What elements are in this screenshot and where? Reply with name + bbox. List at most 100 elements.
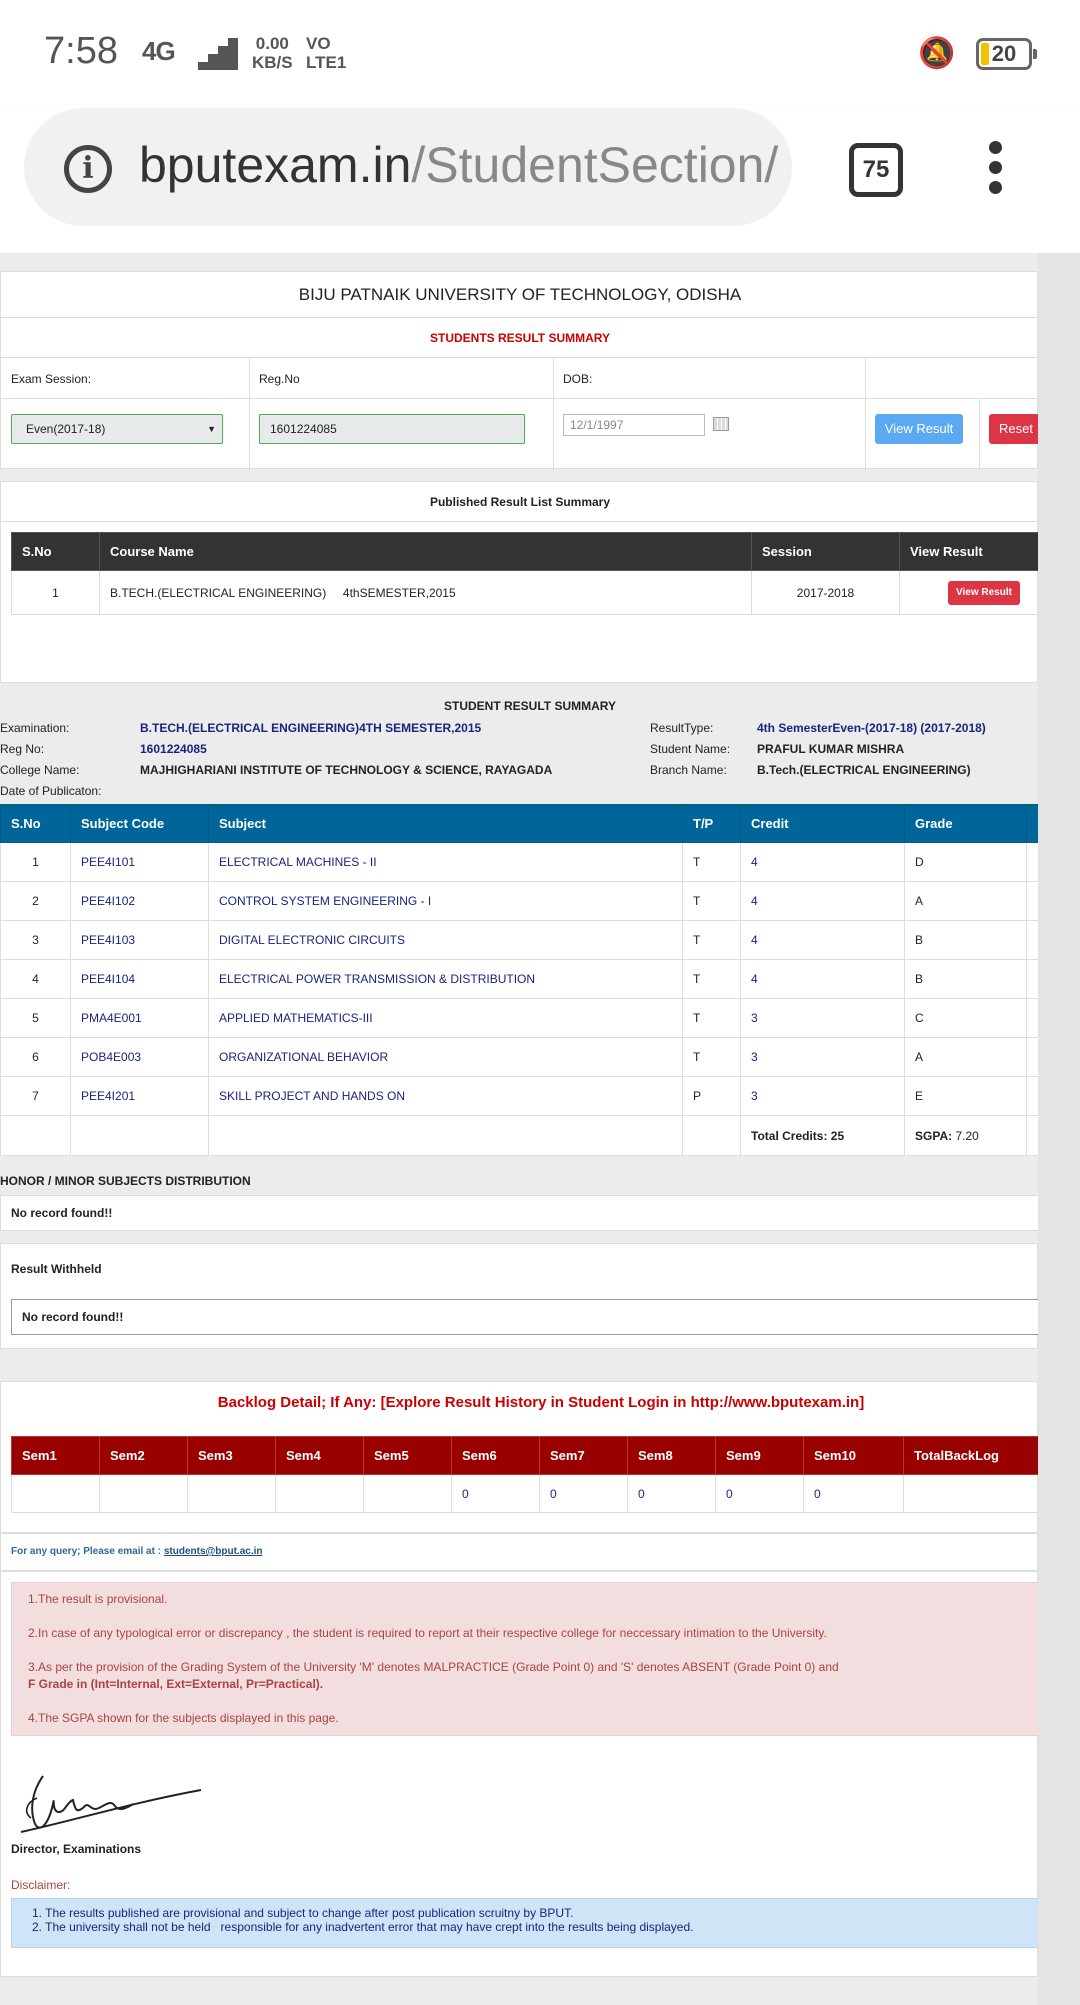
dropdown-arrow-icon: ▼ — [207, 424, 216, 434]
table-row: 1 B.TECH.(ELECTRICAL ENGINEERING) 4thSEM… — [11, 570, 1069, 615]
note-4: 4.The SGPA shown for the subjects displa… — [28, 1711, 339, 1725]
honor-empty: No record found!! — [0, 1195, 1059, 1231]
table-row: 2 PEE4I102 CONTROL SYSTEM ENGINEERING - IT… — [0, 881, 1059, 921]
disclaimer-box: 1. The results published are provisional… — [11, 1898, 1069, 1948]
published-result-table: S.No Course Name Session View Result 1 B… — [11, 532, 1069, 615]
college-value: MAJHIGHARIANI INSTITUTE OF TECHNOLOGY & … — [140, 763, 553, 777]
table-header: S.No Course Name Session View Result — [11, 532, 1069, 571]
col-subject: Subject — [208, 804, 683, 843]
student-summary-title: STUDENT RESULT SUMMARY — [444, 699, 616, 713]
reg-no-value: 1601224085 — [140, 742, 207, 756]
withheld-title: Result Withheld — [11, 1262, 102, 1276]
backlog-title: Backlog Detail; If Any: [Explore Result … — [217, 1394, 865, 1411]
total-credits: Total Credits: 25 — [740, 1115, 905, 1156]
search-panel: BIJU PATNAIK UNIVERSITY OF TECHNOLOGY, O… — [0, 271, 1043, 470]
result-type-value: 4th SemesterEven-(2017-18) (2017-2018) — [757, 721, 986, 735]
col-course: Course Name — [99, 532, 752, 571]
reg-no-label: Reg.No — [259, 372, 300, 386]
row-view-result-button[interactable]: View Result — [948, 580, 1020, 605]
col-tp: T/P — [682, 804, 741, 843]
reg-no-input[interactable]: 1601224085 — [259, 414, 525, 444]
withheld-panel: Result Withheld No record found!! — [0, 1243, 1069, 1349]
reset-button[interactable]: Reset — [989, 414, 1043, 444]
query-text: For any query; Please email at : — [11, 1546, 162, 1557]
honor-title: HONOR / MINOR SUBJECTS DISTRIBUTION — [0, 1174, 251, 1188]
notes-box: 1.The result is provisional. 2.In case o… — [11, 1582, 1069, 1736]
publication-date-label: Date of Publicaton: — [0, 784, 102, 798]
query-line: For any query; Please email at : student… — [0, 1533, 1038, 1571]
dob-label: DOB: — [563, 372, 593, 386]
table-row: 00000 — [11, 1474, 1069, 1513]
view-result-button[interactable]: View Result — [875, 414, 963, 444]
withheld-empty: No record found!! — [11, 1299, 1069, 1335]
table-row: 1 PEE4I101 ELECTRICAL MACHINES - II T 4 D — [0, 842, 1059, 882]
table-row: 4 PEE4I104 ELECTRICAL POWER TRANSMISSION &… — [0, 959, 1059, 999]
row-session: 2017-2018 — [751, 570, 900, 615]
dob-input[interactable]: 12/1/1997 — [563, 414, 705, 436]
disclaimer-label: Disclaimer: — [11, 1878, 71, 1892]
summary-title: STUDENTS RESULT SUMMARY — [1, 318, 1039, 358]
table-header: S.No Subject Code Subject T/P Credit Gra… — [0, 804, 1059, 843]
table-row: 5 PMA4E001 APPLIED MATHEMATICS-III T 3 C — [0, 998, 1059, 1038]
backlog-table: Sem1 Sem2 Sem3 Sem4 Sem5 Sem6 Sem7 Sem8 Sem9 Sem1… — [11, 1436, 1069, 1513]
note-3b: F Grade in (Int=Internal, Ext=External, … — [28, 1677, 324, 1691]
note-1: 1.The result is provisional. — [28, 1592, 168, 1606]
col-credit: Credit — [740, 804, 905, 843]
examination-label: Examination: — [0, 721, 70, 735]
col-sno: S.No — [11, 532, 100, 571]
exam-session-label: Exam Session: — [11, 372, 92, 386]
battery-icon: 20 — [976, 38, 1037, 70]
table-row: 7 PEE4I201 SKILL PROJECT AND HANDS ON P 3 E — [0, 1076, 1059, 1116]
col-sno: S.No — [0, 804, 71, 843]
info-icon[interactable]: i — [64, 145, 112, 193]
network-type: 4G — [142, 36, 176, 66]
url-text[interactable]: bputexam.in/StudentSection/ — [139, 136, 778, 194]
university-title: BIJU PATNAIK UNIVERSITY OF TECHNOLOGY, O… — [1, 272, 1039, 318]
footer-panel: 1.The result is provisional. 2.In case o… — [0, 1571, 1069, 1977]
query-email-link[interactable]: students@bput.ac.in — [164, 1546, 263, 1557]
college-label: College Name: — [0, 763, 80, 777]
col-subject-code: Subject Code — [70, 804, 209, 843]
col-grade: Grade — [904, 804, 1027, 843]
table-row: 6 POB4E003 ORGANIZATIONAL BEHAVIOR T 3 A — [0, 1037, 1059, 1077]
tab-switcher-button[interactable]: 75 — [849, 143, 903, 197]
disclaimer-line-2: 2. The university shall not be held resp… — [32, 1920, 694, 1934]
status-bar: 7:58 4G 0.00 KB/S VO LTE1 🔕 20 — [0, 0, 1080, 105]
result-type-label: ResultType: — [650, 721, 714, 735]
sgpa-value: 7.20 — [955, 1128, 979, 1143]
note-3: 3.As per the provision of the Grading Sy… — [28, 1660, 839, 1674]
disclaimer-line-1: 1. The results published are provisional… — [32, 1906, 574, 1920]
mute-icon: 🔕 — [918, 37, 956, 70]
note-2: 2.In case of any typological error or di… — [28, 1626, 827, 1640]
page-scroll-gutter[interactable] — [1038, 253, 1080, 2005]
totals-row: Total Credits: 25 SGPA: 7.20 — [0, 1115, 1059, 1156]
examination-value: B.TECH.(ELECTRICAL ENGINEERING)4TH SEMES… — [140, 721, 482, 735]
sgpa-label: SGPA: — [915, 1128, 953, 1143]
volte-indicator: VO LTE1 — [306, 34, 347, 72]
student-name-value: PRAFUL KUMAR MISHRA — [757, 742, 905, 756]
published-list-title: Published Result List Summary — [1, 482, 1039, 522]
table-row: 3 PEE4I103 DIGITAL ELECTRONIC CIRCUITS T 4 B — [0, 920, 1059, 960]
grades-table: S.No Subject Code Subject T/P Credit Gra… — [0, 804, 1059, 1156]
row-sno: 1 — [11, 570, 100, 615]
student-name-label: Student Name: — [650, 742, 731, 756]
exam-session-select[interactable]: Even(2017-18) ▼ — [11, 414, 223, 444]
overflow-menu-icon[interactable] — [985, 141, 1005, 199]
branch-label: Branch Name: — [650, 763, 727, 777]
backlog-panel: Backlog Detail; If Any: [Explore Result … — [0, 1381, 1069, 1533]
reg-no-label-2: Reg No: — [0, 742, 45, 756]
address-bar[interactable]: i bputexam.in/StudentSection/ — [24, 108, 792, 226]
table-header: Sem1 Sem2 Sem3 Sem4 Sem5 Sem6 Sem7 Sem8 Sem9 Sem1… — [11, 1436, 1069, 1475]
browser-toolbar: i bputexam.in/StudentSection/ 75 — [0, 105, 1080, 253]
status-time: 7:58 — [44, 30, 118, 72]
branch-value: B.Tech.(ELECTRICAL ENGINEERING) — [757, 763, 971, 777]
published-list-panel: Published Result List Summary S.No Cours… — [0, 481, 1069, 683]
col-session: Session — [751, 532, 900, 571]
director-signature — [20, 1775, 202, 1833]
signal-icon-2 — [198, 38, 234, 70]
director-label: Director, Examinations — [11, 1842, 142, 1856]
calendar-icon[interactable] — [713, 417, 729, 431]
net-speed: 0.00 KB/S — [252, 34, 293, 72]
page-content: BIJU PATNAIK UNIVERSITY OF TECHNOLOGY, O… — [0, 253, 1080, 2005]
row-course: B.TECH.(ELECTRICAL ENGINEERING) 4thSEMES… — [99, 570, 752, 615]
